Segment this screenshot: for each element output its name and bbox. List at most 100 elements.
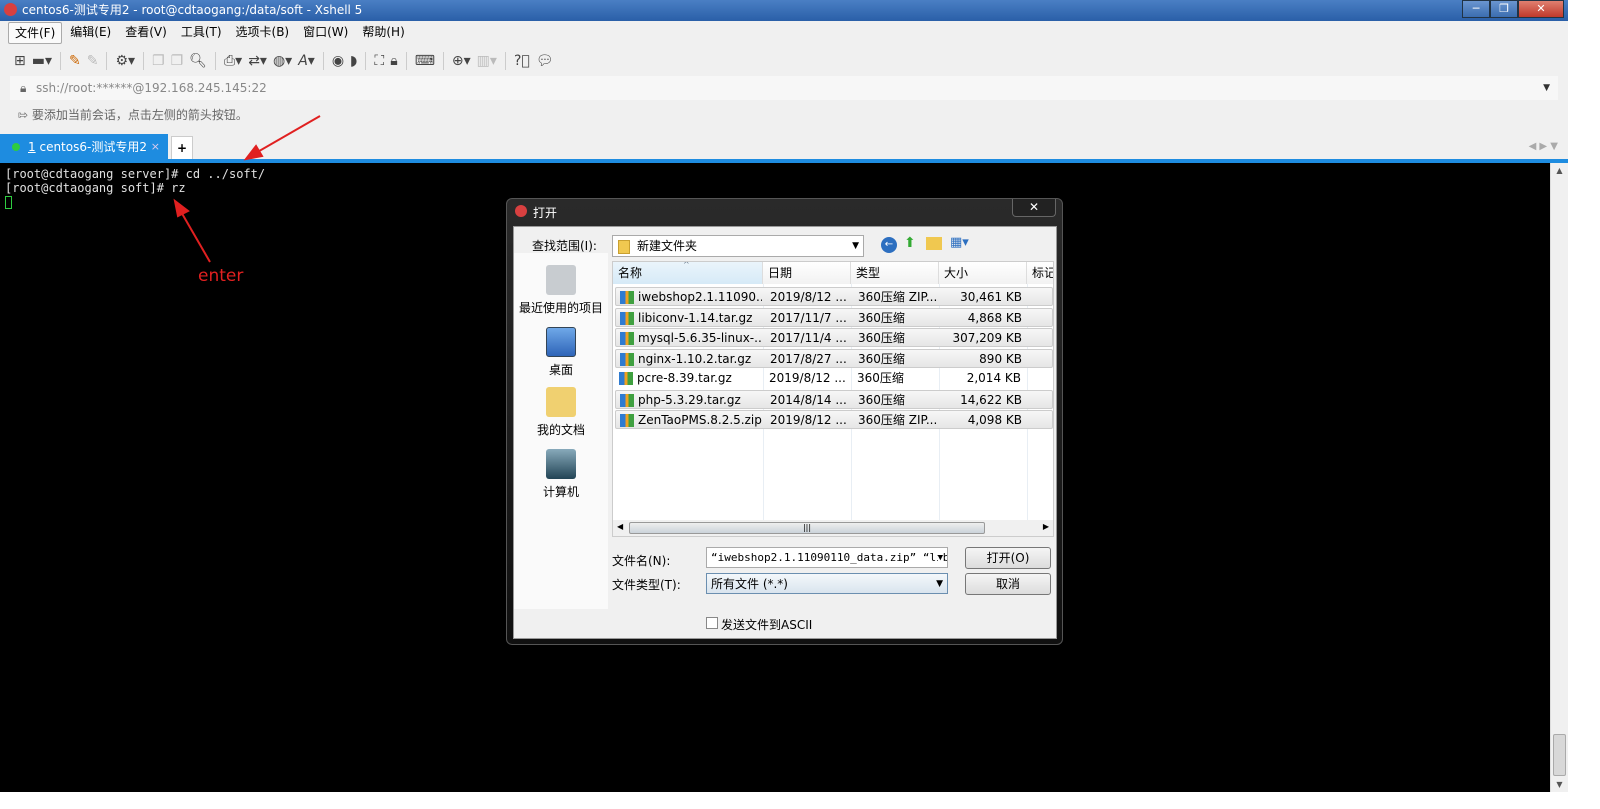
scroll-thumb[interactable]: ||| [629,522,985,534]
layout-icon[interactable]: ▥▾ [477,53,497,69]
place-recent[interactable]: 最近使用的项目 [514,265,608,316]
tab-label: centos6-测试专用2 [39,140,147,154]
new-tab-icon[interactable]: ⊕▾ [452,53,471,69]
header-label: 名称 [618,266,643,280]
menu-tools[interactable]: 工具(T) [175,22,228,44]
column-header-type[interactable]: 类型 [851,262,939,284]
disconnect-icon[interactable]: ✎ [87,53,99,69]
file-row[interactable]: nginx-1.10.2.tar.gz 2017/8/27 ... 360压缩 … [615,348,1053,368]
file-type: 360压缩 ZIP... [858,290,938,304]
file-row[interactable]: ZenTaoPMS.8.2.5.zip 2019/8/12 ... 360压缩 … [615,410,1053,429]
place-computer[interactable]: 计算机 [514,449,608,500]
menu-help[interactable]: 帮助(H) [356,22,410,44]
maximize-button[interactable]: ❐ [1490,0,1518,18]
transfer-icon[interactable]: ⇄▾ [248,53,267,69]
help-icon[interactable]: ?⃝ [514,53,530,69]
file-row[interactable]: libiconv-1.14.tar.gz 2017/11/7 ... 360压缩… [615,307,1053,327]
chevron-down-icon[interactable]: ▼ [937,548,943,567]
chat-icon[interactable]: 💬︎ [536,53,554,69]
chevron-down-icon: ▼ [936,579,943,589]
filetype-value: 所有文件 (*.*) [711,577,788,591]
file-name: php-5.3.29.tar.gz [638,392,741,407]
fullscreen-icon[interactable]: ⛶ [374,53,384,69]
file-list[interactable]: 名称 ^ 日期 类型 大小 标记 iwebshop2.1.11090... 201… [612,261,1054,537]
view-menu-icon[interactable]: ▦▾ [950,235,969,250]
globe-icon[interactable]: ◍▾ [273,53,292,69]
filename-label: 文件名(N): [612,554,671,568]
scroll-left-icon[interactable]: ◀ [617,522,623,531]
lock-icon[interactable]: 🔒︎ [390,53,397,69]
menu-file[interactable]: 文件(F) [8,22,63,44]
xftp-icon[interactable]: ◉ [332,53,344,69]
file-date: 2017/11/7 ... [770,310,847,325]
file-row[interactable]: php-5.3.29.tar.gz 2014/8/14 ... 360压缩 14… [615,389,1053,409]
file-size: 4,868 KB [967,310,1022,325]
xshell-logo-icon [4,3,17,16]
menu-tab[interactable]: 选项卡(B) [230,22,296,44]
connect-icon[interactable]: ✎ [69,53,81,69]
dialog-close-button[interactable]: ✕ [1012,199,1056,217]
ascii-checkbox[interactable] [706,617,718,629]
menu-edit[interactable]: 编辑(E) [64,22,117,44]
cancel-button[interactable]: 取消 [965,573,1051,595]
copy-icon[interactable]: ❐ [152,53,165,69]
column-header-size[interactable]: 大小 [939,262,1027,284]
column-header-date[interactable]: 日期 [763,262,851,284]
place-label: 最近使用的项目 [518,301,603,315]
new-session-icon[interactable]: ⊞ [14,53,26,69]
terminal-cursor [5,196,12,209]
up-folder-icon[interactable]: ⬆ [904,235,916,251]
menu-view[interactable]: 查看(V) [119,22,173,44]
horizontal-scrollbar[interactable]: ◀ ||| ▶ [613,520,1053,536]
file-row[interactable]: iwebshop2.1.11090... 2019/8/12 ... 360压缩… [615,287,1053,306]
filetype-dropdown[interactable]: 所有文件 (*.*) ▼ [706,573,948,594]
place-desktop[interactable]: 桌面 [514,327,608,378]
scroll-thumb[interactable] [1553,734,1566,776]
lock-icon: 🔒︎ [20,81,27,95]
terminal-scrollbar[interactable]: ▲ ▼ [1550,163,1568,792]
arrow-icon[interactable]: ⇰ [18,108,28,122]
chevron-down-icon[interactable]: ▼ [1543,76,1550,100]
filename-input[interactable]: “iwebshop2.1.11090110_data.zip” “libi ▼ [706,547,948,568]
tab-session[interactable]: 1 centos6-测试专用2 × [0,134,168,160]
archive-icon [620,311,634,325]
divider [504,52,506,70]
place-label: 计算机 [542,485,579,499]
open-button[interactable]: 打开(O) [965,547,1051,569]
divider [405,52,407,70]
find-icon[interactable]: 🔍︎ [189,53,207,69]
scroll-up-icon[interactable]: ▲ [1551,166,1568,175]
script-icon[interactable]: ◗ [350,53,357,69]
file-row[interactable]: pcre-8.39.tar.gz 2019/8/12 ... 360压缩 2,0… [615,369,1053,388]
divider [60,52,61,70]
column-header-name[interactable]: 名称 ^ [613,262,763,284]
file-row[interactable]: mysql-5.6.35-linux-... 2017/11/4 ... 360… [615,328,1053,347]
column-header-tags[interactable]: 标记 [1027,262,1053,284]
minimize-button[interactable]: ─ [1462,0,1490,18]
address-bar[interactable]: 🔒︎ ssh://root:******@192.168.245.145:22 … [10,76,1558,100]
close-button[interactable]: ✕ [1518,0,1564,18]
properties-icon[interactable]: ⚙▾ [115,53,135,69]
session-hint: ⇰ 要添加当前会话，点击左侧的箭头按钮。 [18,104,248,126]
back-icon[interactable]: ← [881,237,897,253]
print-icon[interactable]: ⎙▾ [224,53,242,69]
look-in-dropdown[interactable]: 新建文件夹 ▼ [612,235,864,257]
file-size: 890 KB [979,351,1022,366]
font-icon[interactable]: A▾ [298,53,315,69]
divider [322,52,324,70]
file-date: 2017/11/4 ... [770,331,847,345]
address-value[interactable]: ssh://root:******@192.168.245.145:22 [36,81,267,95]
place-documents[interactable]: 我的文档 [514,387,608,438]
open-icon[interactable]: ▬▾ [32,53,52,69]
tab-bar: 1 centos6-测试专用2 × + ◀ ▶ ▼ [0,134,1568,160]
scroll-right-icon[interactable]: ▶ [1043,522,1049,531]
menu-window[interactable]: 窗口(W) [297,22,354,44]
new-folder-icon[interactable] [926,237,942,250]
keyboard-icon[interactable]: ⌨ [415,53,435,69]
paste-icon[interactable]: ❐ [171,53,184,69]
tab-nav-arrows[interactable]: ◀ ▶ ▼ [1529,134,1558,160]
add-tab-button[interactable]: + [171,136,193,160]
ascii-checkbox-label[interactable]: 发送文件到ASCII [721,616,812,633]
scroll-down-icon[interactable]: ▼ [1551,780,1568,789]
tab-close-icon[interactable]: × [151,134,160,160]
